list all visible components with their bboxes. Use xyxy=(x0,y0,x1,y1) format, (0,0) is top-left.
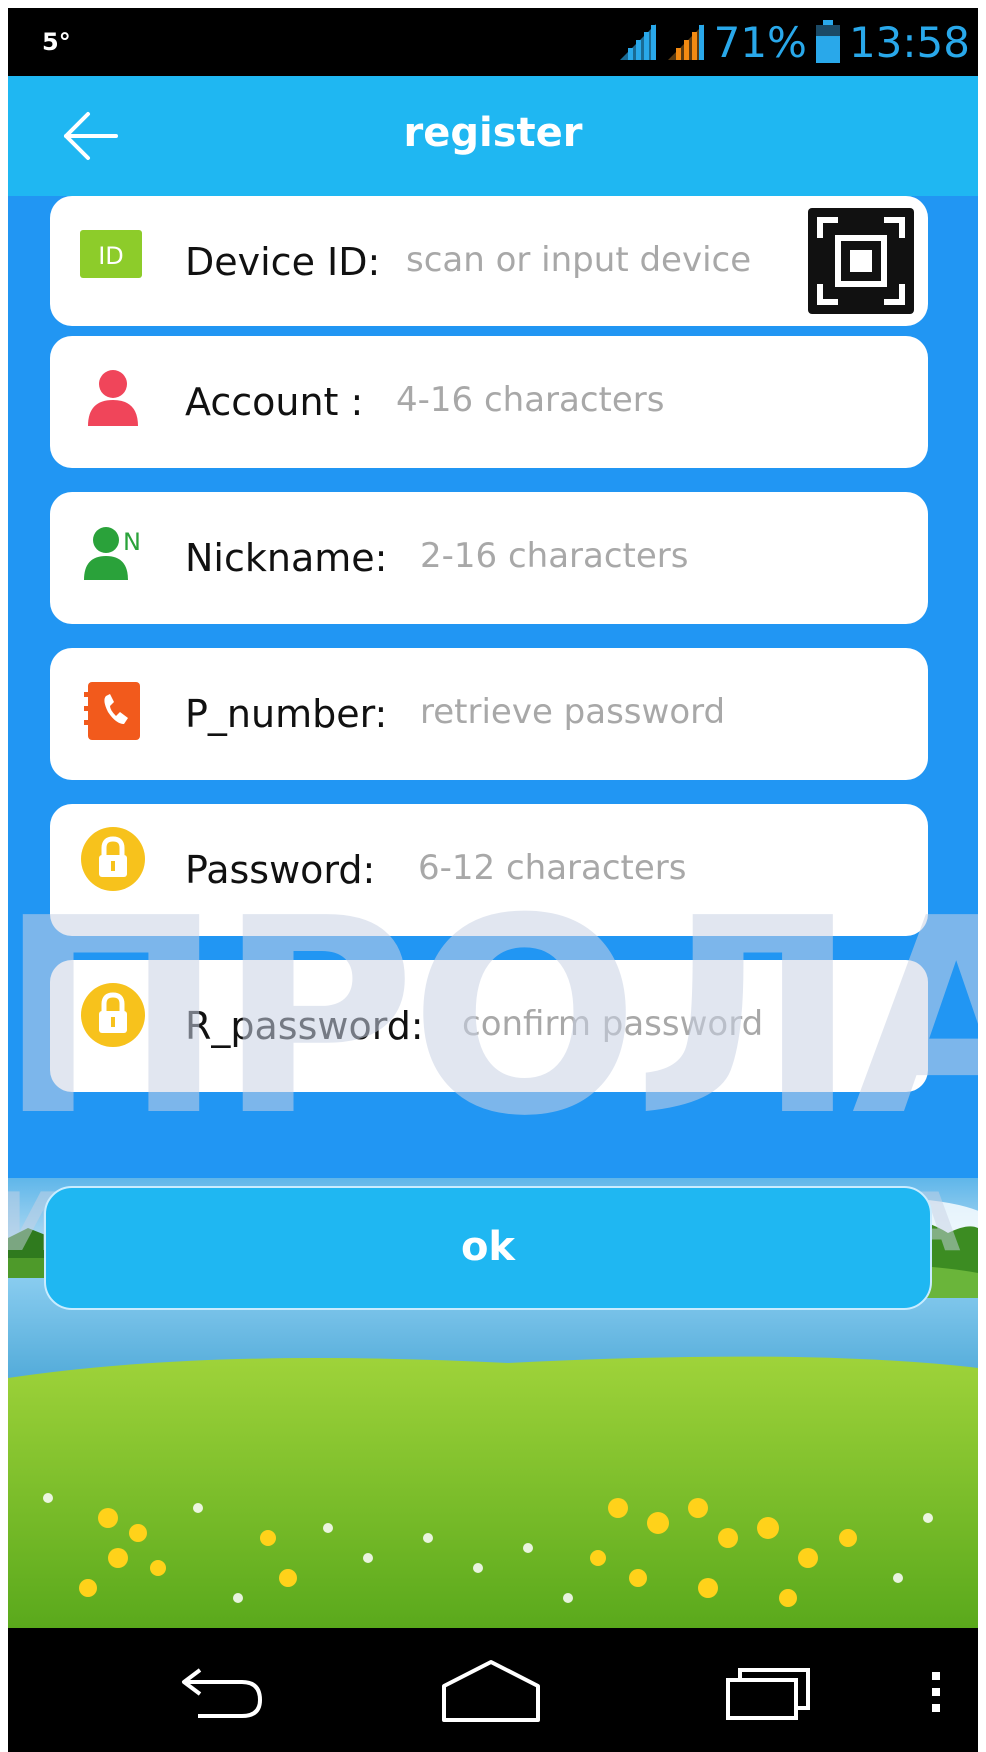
password-input[interactable] xyxy=(418,838,888,898)
account-input[interactable] xyxy=(396,370,896,430)
nickname-input[interactable] xyxy=(420,526,890,586)
svg-text:ID: ID xyxy=(98,242,124,270)
lock-icon xyxy=(81,827,145,891)
signal-icon-2 xyxy=(667,24,704,60)
ok-button[interactable]: ok xyxy=(44,1186,932,1310)
page-title: register xyxy=(403,110,583,156)
qr-scan-button[interactable] xyxy=(808,208,914,314)
lock-icon xyxy=(81,983,145,1047)
battery-icon xyxy=(815,20,840,63)
nickname-label: Nickname: xyxy=(185,536,388,580)
r-password-input[interactable] xyxy=(462,994,902,1054)
back-icon[interactable] xyxy=(176,1652,268,1728)
p-number-row: P_number: xyxy=(50,648,928,780)
password-row: Password: xyxy=(50,804,928,936)
id-card-icon: ID xyxy=(80,230,142,278)
nav-bar xyxy=(8,1628,978,1752)
phone-book-icon xyxy=(84,682,140,740)
device-id-input[interactable] xyxy=(406,230,766,290)
r-password-label: R_password: xyxy=(185,1004,424,1048)
clock: 13:58 xyxy=(848,17,970,67)
device-id-label: Device ID: xyxy=(185,240,381,284)
home-icon[interactable] xyxy=(440,1652,542,1728)
app-bar: register xyxy=(8,76,978,196)
user-nickname-icon: N xyxy=(84,527,141,580)
recent-apps-icon[interactable] xyxy=(724,1652,820,1728)
r-password-row: R_password: xyxy=(50,960,928,1092)
nickname-row: N Nickname: xyxy=(50,492,928,624)
status-right-group: 71% 13:58 xyxy=(618,17,970,67)
account-label: Account : xyxy=(185,380,364,424)
qr-scan-icon xyxy=(817,217,905,305)
user-icon xyxy=(88,370,138,426)
p-number-input[interactable] xyxy=(420,682,890,742)
svg-text:N: N xyxy=(123,528,141,556)
account-row: Account : xyxy=(50,336,928,468)
p-number-label: P_number: xyxy=(185,692,388,736)
menu-icon[interactable] xyxy=(924,1652,948,1728)
password-label: Password: xyxy=(185,848,376,892)
status-bar: 5° 71% 13:58 xyxy=(8,8,978,76)
register-screen: 5° 71% 13:58 register ID Device ID: scan… xyxy=(8,8,978,1752)
status-temperature: 5° xyxy=(42,28,71,56)
device-id-row: ID Device ID: xyxy=(50,196,928,326)
battery-percent: 71% xyxy=(713,17,807,67)
signal-icon xyxy=(619,24,656,60)
